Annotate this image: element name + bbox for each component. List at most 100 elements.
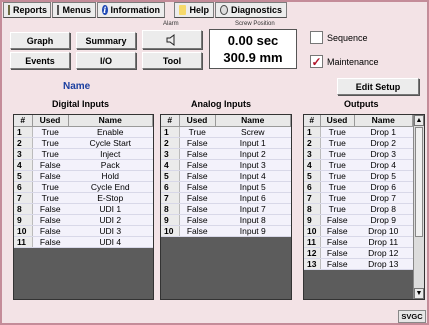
speaker-icon: [166, 33, 175, 46]
table-row[interactable]: 10 False Drop 10: [304, 225, 413, 237]
analog-col-name: Name: [215, 115, 291, 127]
digital-cell-used: True: [32, 148, 68, 160]
table-row[interactable]: 1 True Screw: [161, 126, 291, 138]
table-row[interactable]: 11 False UDI 4: [14, 236, 153, 248]
tab-help[interactable]: Help: [174, 2, 214, 18]
tool-button[interactable]: Tool: [142, 52, 202, 69]
scroll-up-arrow-icon[interactable]: ▲: [414, 115, 424, 126]
tab-reports[interactable]: Reports: [3, 2, 51, 18]
sequence-checkbox[interactable]: [310, 31, 323, 44]
digital-col-num: #: [14, 115, 33, 127]
digital-cell-num: 6: [14, 181, 33, 193]
outputs-cell-name: Drop 2: [354, 137, 413, 149]
table-row[interactable]: 8 False Input 7: [161, 203, 291, 215]
outputs-cell-num: 12: [304, 247, 321, 259]
digital-cell-used: False: [32, 159, 68, 171]
digital-cell-used: True: [32, 126, 68, 138]
table-row[interactable]: 13 False Drop 13: [304, 258, 413, 270]
table-row[interactable]: 2 True Cycle Start: [14, 137, 153, 149]
summary-button[interactable]: Summary: [76, 32, 136, 49]
edit-setup-label: Edit Setup: [355, 81, 401, 92]
table-row[interactable]: 7 True Drop 7: [304, 192, 413, 204]
outputs-col-used: Used: [320, 115, 355, 127]
table-row[interactable]: 8 True Drop 8: [304, 203, 413, 215]
outputs-scrollbar[interactable]: ▲ ▼: [413, 115, 424, 299]
events-button[interactable]: Events: [10, 52, 70, 69]
digital-cell-num: 2: [14, 137, 33, 149]
table-row[interactable]: 2 True Drop 2: [304, 137, 413, 149]
sequence-option[interactable]: Sequence: [310, 31, 368, 44]
name-label: Name: [63, 81, 91, 92]
table-row[interactable]: 7 False Input 6: [161, 192, 291, 204]
outputs-cell-name: Drop 6: [354, 181, 413, 193]
analog-cell-used: False: [179, 225, 215, 237]
sequence-label: Sequence: [327, 32, 368, 43]
outputs-title: Outputs: [344, 99, 379, 109]
outputs-col-num: #: [304, 115, 321, 127]
analog-cell-used: False: [179, 148, 215, 160]
table-row[interactable]: 1 True Drop 1: [304, 126, 413, 138]
outputs-cell-num: 4: [304, 159, 321, 171]
table-row[interactable]: 9 False UDI 2: [14, 214, 153, 226]
maintenance-checkbox[interactable]: ✓: [310, 55, 323, 69]
digital-cell-num: 9: [14, 214, 33, 226]
table-row[interactable]: 6 False Input 5: [161, 181, 291, 193]
analog-cell-used: False: [179, 170, 215, 182]
table-row[interactable]: 5 False Hold: [14, 170, 153, 182]
table-row[interactable]: 8 False UDI 1: [14, 203, 153, 215]
edit-setup-button[interactable]: Edit Setup: [337, 78, 419, 95]
tab-menus-label: Menus: [62, 5, 91, 15]
analog-cell-name: Input 3: [215, 159, 291, 171]
scroll-down-arrow-icon[interactable]: ▼: [414, 288, 424, 299]
tab-information[interactable]: i Information: [97, 2, 165, 18]
table-row[interactable]: 9 False Drop 9: [304, 214, 413, 226]
digital-cell-used: False: [32, 170, 68, 182]
digital-inputs-grid: # Used Name 1 True Enable 2 True Cycle Start 3…: [14, 115, 153, 248]
analog-cell-used: False: [179, 192, 215, 204]
outputs-cell-num: 2: [304, 137, 321, 149]
table-row[interactable]: 10 False UDI 3: [14, 225, 153, 237]
table-row[interactable]: 6 True Drop 6: [304, 181, 413, 193]
screw-position-label: Screw Position: [235, 21, 275, 27]
table-row[interactable]: 12 False Drop 12: [304, 247, 413, 259]
table-row[interactable]: 4 False Input 3: [161, 159, 291, 171]
table-row[interactable]: 11 False Drop 11: [304, 236, 413, 248]
table-row[interactable]: 4 True Drop 4: [304, 159, 413, 171]
table-row[interactable]: 3 False Input 2: [161, 148, 291, 160]
digital-cell-used: False: [32, 225, 68, 237]
tab-menus[interactable]: Menus: [52, 2, 96, 18]
table-row[interactable]: 3 True Inject: [14, 148, 153, 160]
analog-cell-num: 9: [161, 214, 180, 226]
table-row[interactable]: 10 False Input 9: [161, 225, 291, 237]
table-row[interactable]: 5 True Drop 5: [304, 170, 413, 182]
alarm-button[interactable]: [142, 30, 202, 49]
outputs-cell-used: True: [320, 192, 354, 204]
table-row[interactable]: 7 True E-Stop: [14, 192, 153, 204]
graph-button[interactable]: Graph: [10, 32, 70, 49]
outputs-cell-used: False: [320, 247, 354, 259]
digital-cell-name: UDI 3: [68, 225, 153, 237]
table-row[interactable]: 5 False Input 4: [161, 170, 291, 182]
table-row[interactable]: 4 False Pack: [14, 159, 153, 171]
analog-cell-name: Input 2: [215, 148, 291, 160]
table-row[interactable]: 2 False Input 1: [161, 137, 291, 149]
scroll-thumb[interactable]: [415, 127, 423, 237]
io-button[interactable]: I/O: [76, 52, 136, 69]
analog-cell-num: 3: [161, 148, 180, 160]
table-row[interactable]: 6 True Cycle End: [14, 181, 153, 193]
analog-cell-used: True: [179, 126, 215, 138]
table-row[interactable]: 1 True Enable: [14, 126, 153, 138]
digital-cell-used: False: [32, 214, 68, 226]
outputs-cell-num: 10: [304, 225, 321, 237]
digital-cell-name: Cycle Start: [68, 137, 153, 149]
maintenance-option[interactable]: ✓ Maintenance: [310, 55, 379, 69]
table-row[interactable]: 9 False Input 8: [161, 214, 291, 226]
digital-cell-num: 3: [14, 148, 33, 160]
digital-cell-name: UDI 4: [68, 236, 153, 248]
outputs-cell-num: 9: [304, 214, 321, 226]
tab-diagnostics[interactable]: Diagnostics: [215, 2, 287, 18]
table-row[interactable]: 3 True Drop 3: [304, 148, 413, 160]
digital-cell-name: Pack: [68, 159, 153, 171]
digital-inputs-table: # Used Name 1 True Enable 2 True Cycle Start 3…: [13, 114, 154, 300]
outputs-cell-used: True: [320, 126, 354, 138]
